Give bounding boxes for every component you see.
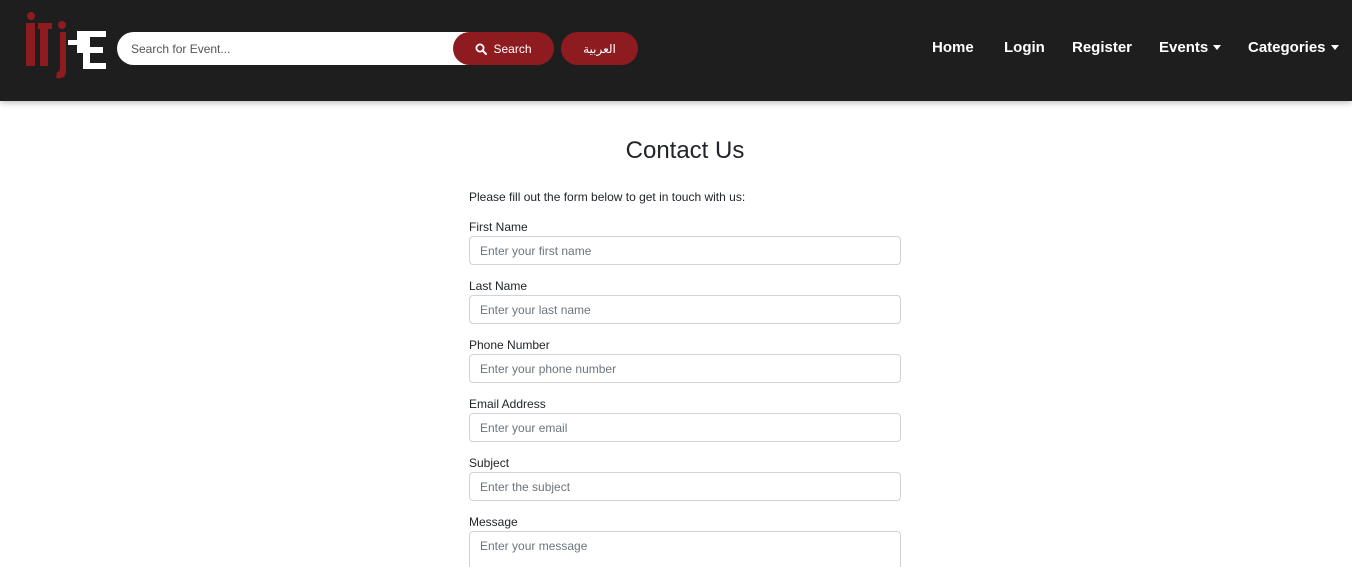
nav-link-label: Categories xyxy=(1248,38,1326,56)
nav-dropdown-events[interactable]: Events xyxy=(1159,36,1222,58)
nav-link-label: Home xyxy=(932,38,974,56)
caret-down-icon xyxy=(1213,45,1222,50)
language-button-label: العربية xyxy=(583,41,616,56)
first-name-label: First Name xyxy=(469,220,528,234)
last-name-field[interactable] xyxy=(469,295,901,324)
search-button[interactable]: Search xyxy=(453,32,554,65)
nav-dropdown-categories[interactable]: Categories xyxy=(1248,36,1339,58)
nav-link-home[interactable]: Home xyxy=(932,36,974,58)
site-logo[interactable] xyxy=(22,10,110,82)
phone-number-field[interactable] xyxy=(469,354,901,383)
logo-icon xyxy=(26,12,106,79)
subject-label: Subject xyxy=(469,456,510,470)
email-address-label: Email Address xyxy=(469,397,546,411)
nav-link-label: Events xyxy=(1159,38,1209,56)
last-name-label: Last Name xyxy=(469,279,528,293)
message-label: Message xyxy=(469,515,518,529)
page-title: Contact Us xyxy=(625,137,745,164)
language-toggle-button[interactable]: العربية xyxy=(561,32,638,65)
search-button-label: Search xyxy=(493,41,532,56)
nav-link-register[interactable]: Register xyxy=(1072,36,1132,58)
nav-link-label: Register xyxy=(1072,38,1133,56)
nav-link-login[interactable]: Login xyxy=(1004,36,1045,58)
search-icon xyxy=(475,43,488,55)
navbar: Search العربية Home Login Register Event… xyxy=(0,0,1352,101)
first-name-field[interactable] xyxy=(469,236,901,265)
phone-number-label: Phone Number xyxy=(469,338,550,352)
message-textarea[interactable] xyxy=(469,531,901,567)
nav-link-label: Login xyxy=(1004,38,1045,56)
subject-field[interactable] xyxy=(469,472,901,501)
email-field[interactable] xyxy=(469,413,901,442)
event-search-input[interactable] xyxy=(117,32,475,65)
caret-down-icon xyxy=(1330,45,1339,50)
form-intro: Please fill out the form below to get in… xyxy=(469,190,746,204)
